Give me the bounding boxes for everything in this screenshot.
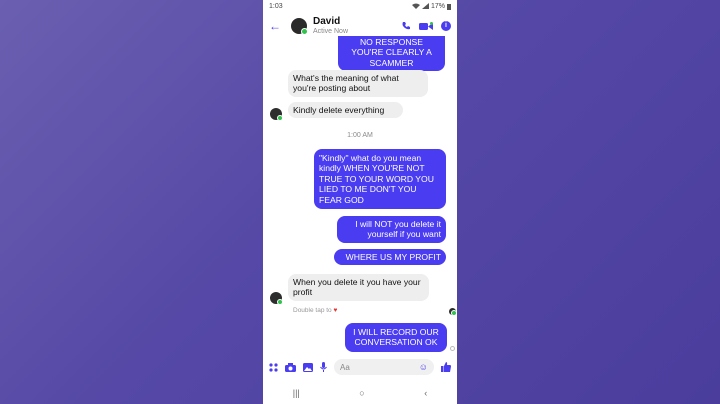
message-input[interactable]: Aa ☺ (334, 359, 434, 375)
phone-icon[interactable] (401, 21, 411, 31)
battery-percent: 17% (430, 2, 445, 10)
signal-icon (421, 3, 429, 9)
message-text: I will NOT you delete it yourself if you… (355, 219, 441, 240)
delivered-indicator-icon (450, 346, 455, 351)
home-icon[interactable]: ○ (359, 388, 364, 398)
camera-icon[interactable] (285, 362, 296, 372)
contact-name: David (313, 16, 341, 28)
back-nav-icon[interactable]: ‹ (424, 388, 427, 398)
gallery-icon[interactable] (303, 362, 313, 372)
status-icons: 17% (411, 2, 451, 10)
wifi-icon (411, 3, 420, 9)
message-out-3[interactable]: I will NOT you delete it yourself if you… (337, 216, 446, 243)
video-icon[interactable] (419, 21, 433, 31)
sender-avatar (270, 292, 283, 305)
hint-text: Double tap to (293, 307, 332, 314)
message-text: When you delete it you have your profit (293, 277, 421, 298)
info-icon[interactable]: i (441, 21, 451, 31)
message-text: WHERE US MY PROFIT (345, 252, 441, 262)
message-in-2[interactable]: Kindly delete everything (288, 102, 403, 119)
emoji-icon[interactable]: ☺ (419, 362, 428, 372)
recent-apps-icon[interactable]: ||| (293, 388, 300, 398)
back-arrow-icon[interactable]: ← (269, 19, 285, 33)
message-out-5[interactable]: I WILL RECORD OUR CONVERSATION OK (345, 323, 447, 352)
seen-avatar (449, 308, 457, 316)
message-text: "Kindly" what do you mean kindly WHEN YO… (319, 153, 434, 205)
message-timestamp: 1:00 AM (347, 132, 373, 139)
like-icon[interactable] (441, 362, 451, 372)
battery-icon (447, 3, 451, 10)
double-tap-hint: Double tap to ♥ (293, 307, 337, 314)
contact-avatar[interactable] (291, 18, 308, 35)
message-text: What's the meaning of what you're postin… (293, 73, 399, 94)
messenger-phone-screen: 1:03 17% ← David Active Now i NO RESPONS… (263, 0, 457, 404)
message-in-1[interactable]: What's the meaning of what you're postin… (288, 70, 428, 97)
message-out-4[interactable]: WHERE US MY PROFIT (334, 249, 446, 266)
message-input-placeholder: Aa (340, 362, 350, 372)
message-out-2[interactable]: "Kindly" what do you mean kindly WHEN YO… (314, 149, 446, 210)
mic-icon[interactable] (320, 362, 327, 372)
status-bar: 1:03 17% (263, 0, 457, 12)
contact-info[interactable]: David Active Now (313, 17, 401, 35)
message-text: Kindly delete everything (293, 105, 385, 115)
message-composer: Aa ☺ (263, 356, 457, 378)
contact-status: Active Now (313, 27, 349, 35)
sender-avatar (270, 108, 283, 121)
message-text: NO RESPONSE YOU'RE CLEARLY A SCAMMER (351, 37, 432, 68)
android-nav-bar: ||| ○ ‹ (263, 382, 457, 404)
status-time: 1:03 (269, 2, 283, 10)
message-text: I WILL RECORD OUR CONVERSATION OK (353, 327, 439, 348)
menu-grid-icon[interactable] (269, 362, 278, 372)
message-out-1[interactable]: NO RESPONSE YOU'RE CLEARLY A SCAMMER (338, 36, 445, 72)
heart-icon: ♥ (333, 307, 338, 314)
message-in-3[interactable]: When you delete it you have your profit (288, 274, 429, 301)
header-actions: i (401, 21, 451, 31)
